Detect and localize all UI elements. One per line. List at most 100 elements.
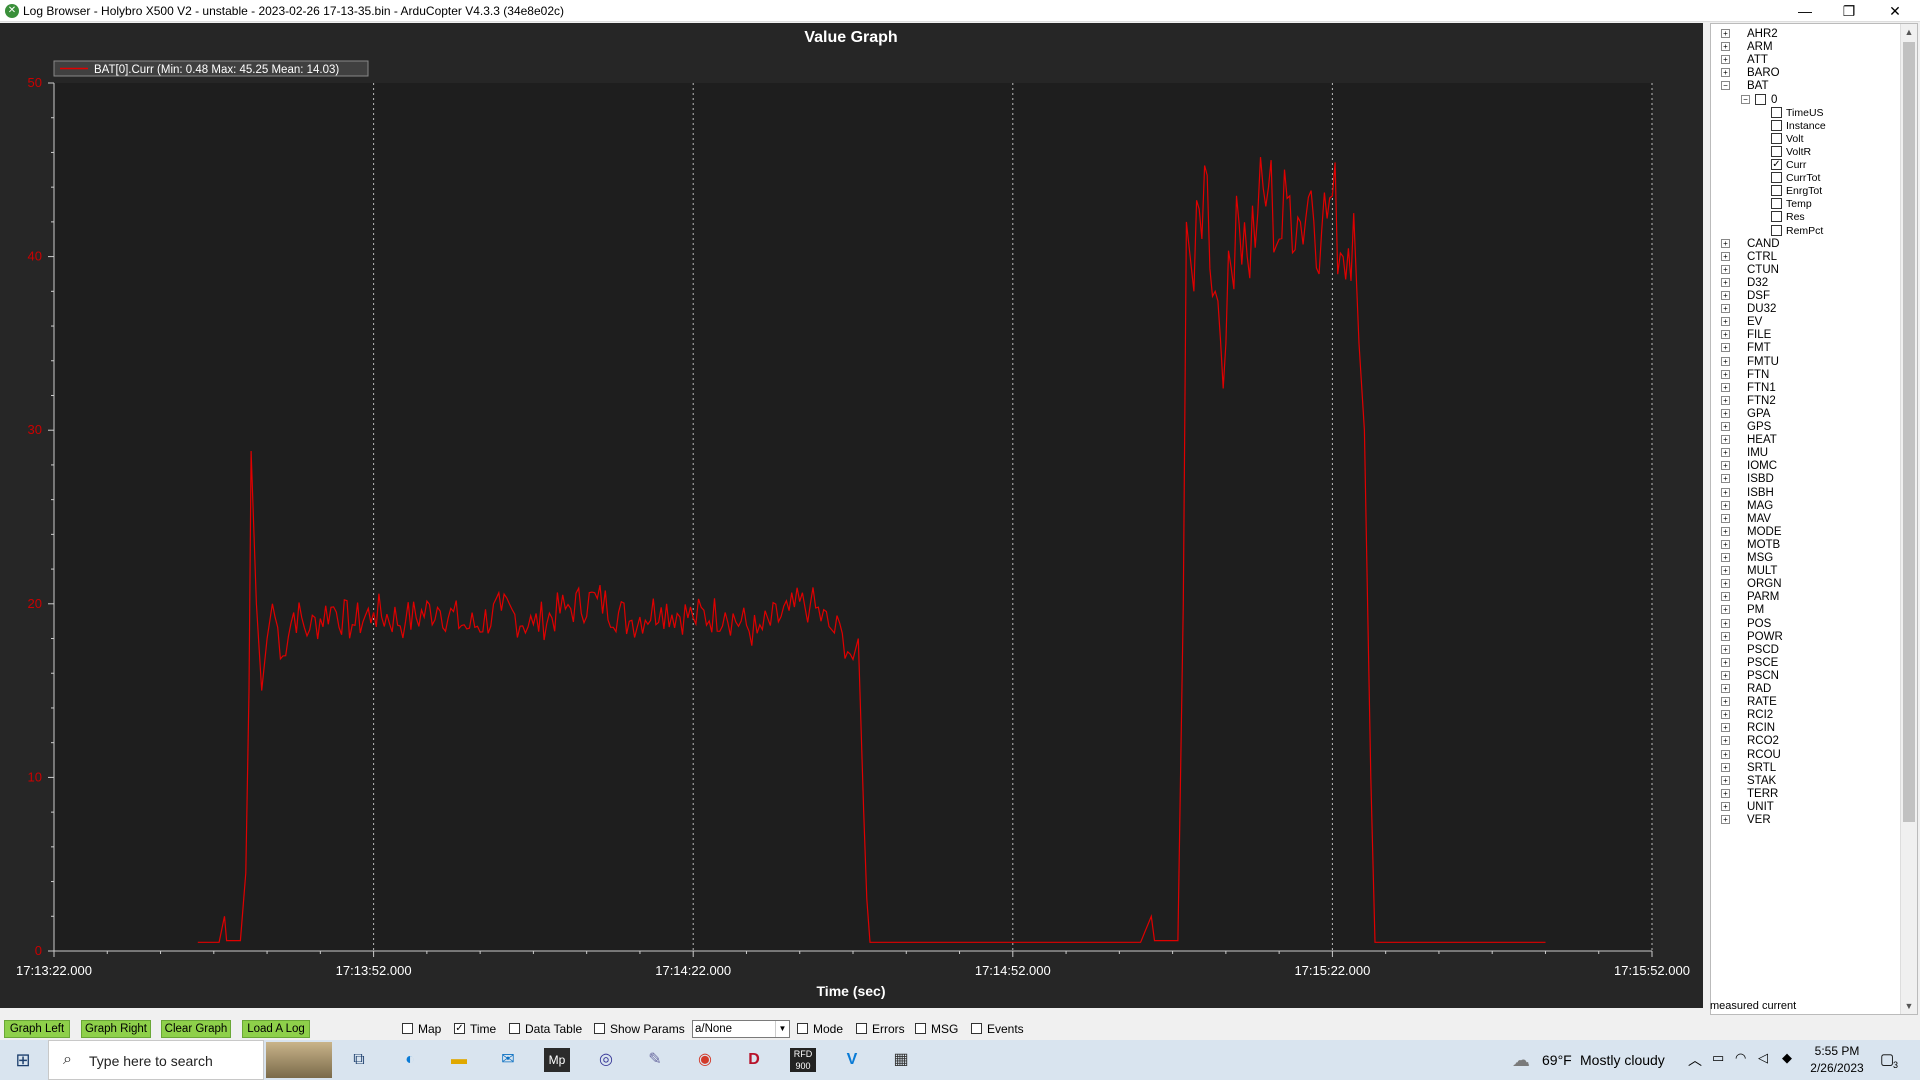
expand-icon[interactable]: + xyxy=(1721,317,1730,327)
expand-icon[interactable]: + xyxy=(1721,736,1730,746)
time-checkbox[interactable]: ✓ Time xyxy=(454,1022,496,1036)
expand-icon[interactable]: + xyxy=(1721,277,1730,287)
errors-checkbox[interactable]: Errors xyxy=(856,1022,905,1036)
clock-time[interactable]: 5:55 PM xyxy=(1808,1044,1866,1058)
checkbox-icon[interactable] xyxy=(1771,172,1782,184)
close-button[interactable]: ✕ xyxy=(1872,0,1918,22)
display-icon[interactable]: ▭ xyxy=(1712,1050,1724,1066)
task-view-icon[interactable]: ⧉ xyxy=(346,1048,372,1072)
checkbox-icon[interactable] xyxy=(971,1023,982,1035)
value-graph[interactable]: Value Graph 0 10 20 30 40 50 17:13:22.000 17:1… xyxy=(0,23,1703,1008)
expand-icon[interactable]: + xyxy=(1721,264,1730,274)
log-tree-panel[interactable]: + AHR2 + ARM + ATT + BARO − BAT −0 TimeUS Instance Vo… xyxy=(1710,23,1918,1015)
expand-icon[interactable]: + xyxy=(1721,356,1730,366)
expand-icon[interactable]: + xyxy=(1721,395,1730,405)
expand-icon[interactable]: + xyxy=(1721,330,1730,340)
expand-icon[interactable]: + xyxy=(1721,513,1730,523)
expand-icon[interactable]: + xyxy=(1721,775,1730,785)
dropbox-icon[interactable]: ◆ xyxy=(1782,1050,1792,1066)
expand-icon[interactable]: + xyxy=(1721,461,1730,471)
scroll-down-icon[interactable]: ▼ xyxy=(1901,998,1917,1014)
mail-icon[interactable]: ✉ xyxy=(495,1048,521,1072)
expand-icon[interactable]: + xyxy=(1721,487,1730,497)
expand-icon[interactable]: + xyxy=(1721,723,1730,733)
graph-panel[interactable]: Value Graph 0 10 20 30 40 50 17:13:22.000 17:1… xyxy=(0,23,1703,1008)
chevron-down-icon[interactable]: ▼ xyxy=(775,1021,789,1037)
expand-icon[interactable]: + xyxy=(1721,382,1730,392)
mode-checkbox[interactable]: Mode xyxy=(797,1022,843,1036)
checkbox-icon[interactable] xyxy=(1771,132,1782,144)
plot-area[interactable] xyxy=(54,83,1652,951)
expand-icon[interactable]: + xyxy=(1721,749,1730,759)
expand-icon[interactable]: + xyxy=(1721,343,1730,353)
vscode-icon[interactable]: V xyxy=(839,1048,865,1072)
scroll-up-icon[interactable]: ▲ xyxy=(1901,24,1917,40)
checkbox-icon[interactable] xyxy=(1771,198,1782,210)
checkbox-icon[interactable] xyxy=(509,1023,520,1035)
checkbox-icon[interactable] xyxy=(1771,224,1782,236)
show-params-checkbox[interactable]: Show Params xyxy=(594,1022,685,1036)
checkbox-icon[interactable] xyxy=(797,1023,808,1035)
checkbox-icon[interactable] xyxy=(1755,93,1766,105)
expand-icon[interactable]: + xyxy=(1721,238,1730,248)
expand-icon[interactable]: + xyxy=(1721,448,1730,458)
expand-icon[interactable]: + xyxy=(1721,55,1730,65)
scroll-thumb[interactable] xyxy=(1903,42,1915,822)
file-explorer-icon[interactable]: ▬ xyxy=(446,1048,472,1072)
expand-icon[interactable]: + xyxy=(1721,539,1730,549)
chrome-icon[interactable]: ◉ xyxy=(692,1048,718,1072)
msg-checkbox[interactable]: MSG xyxy=(915,1022,958,1036)
expand-icon[interactable]: + xyxy=(1721,657,1730,667)
feather-icon[interactable]: ✎ xyxy=(642,1048,668,1072)
collapse-icon[interactable]: − xyxy=(1721,81,1730,91)
calculator-icon[interactable]: ▦ xyxy=(888,1048,914,1072)
checkbox-checked-icon[interactable]: ✓ xyxy=(1771,159,1782,170)
checkbox-icon[interactable] xyxy=(402,1023,413,1035)
tray-chevron-up-icon[interactable]: ︿ xyxy=(1688,1050,1702,1070)
edge-icon[interactable]: ◐ xyxy=(397,1048,423,1072)
expand-icon[interactable]: + xyxy=(1721,500,1730,510)
expand-icon[interactable]: + xyxy=(1721,592,1730,602)
data-table-checkbox[interactable]: Data Table xyxy=(509,1022,582,1036)
expand-icon[interactable]: + xyxy=(1721,618,1730,628)
windows-start-icon[interactable]: ⊞ xyxy=(10,1048,36,1072)
expand-icon[interactable]: + xyxy=(1721,435,1730,445)
expand-icon[interactable]: + xyxy=(1721,710,1730,720)
weather-cloud-icon[interactable]: ☁ xyxy=(1512,1050,1530,1071)
expand-icon[interactable]: + xyxy=(1721,801,1730,811)
checkbox-checked-icon[interactable]: ✓ xyxy=(454,1023,465,1035)
checkbox-icon[interactable] xyxy=(856,1023,867,1035)
expand-icon[interactable]: + xyxy=(1721,42,1730,52)
expand-icon[interactable]: + xyxy=(1721,304,1730,314)
expand-icon[interactable]: + xyxy=(1721,697,1730,707)
checkbox-icon[interactable] xyxy=(594,1023,605,1035)
checkbox-icon[interactable] xyxy=(1771,119,1782,131)
quicktime-icon[interactable]: ◎ xyxy=(593,1048,619,1072)
collapse-icon[interactable]: − xyxy=(1741,94,1750,104)
expand-icon[interactable]: + xyxy=(1721,68,1730,78)
checkbox-icon[interactable] xyxy=(1771,145,1782,157)
d-app-icon[interactable]: D xyxy=(741,1048,767,1072)
expand-icon[interactable]: + xyxy=(1721,684,1730,693)
expand-icon[interactable]: + xyxy=(1721,605,1730,615)
expand-icon[interactable]: + xyxy=(1721,408,1730,418)
maximize-button[interactable]: ❐ xyxy=(1826,0,1872,22)
minimize-button[interactable]: — xyxy=(1782,0,1828,22)
expand-icon[interactable]: + xyxy=(1721,815,1730,824)
mission-planner-icon[interactable]: Mp xyxy=(544,1048,570,1072)
weather-temperature[interactable]: 69°F xyxy=(1542,1052,1572,1068)
taskbar-search[interactable]: ⌕ Type here to search xyxy=(48,1040,264,1080)
expand-icon[interactable]: + xyxy=(1721,670,1730,680)
mode-source-select[interactable]: a/None ▼ xyxy=(692,1020,790,1038)
events-checkbox[interactable]: Events xyxy=(971,1022,1024,1036)
checkbox-icon[interactable] xyxy=(1771,185,1782,197)
expand-icon[interactable]: + xyxy=(1721,526,1730,536)
rfd900-icon[interactable]: RFD 900 xyxy=(790,1048,816,1072)
expand-icon[interactable]: + xyxy=(1721,553,1730,562)
weather-description[interactable]: Mostly cloudy xyxy=(1580,1052,1665,1068)
network-icon[interactable]: ◠ xyxy=(1735,1050,1746,1066)
graph-left-button[interactable]: Graph Left xyxy=(4,1020,70,1038)
expand-icon[interactable]: + xyxy=(1721,474,1730,484)
volume-icon[interactable]: ◁ xyxy=(1758,1050,1768,1066)
expand-icon[interactable]: + xyxy=(1721,644,1730,654)
